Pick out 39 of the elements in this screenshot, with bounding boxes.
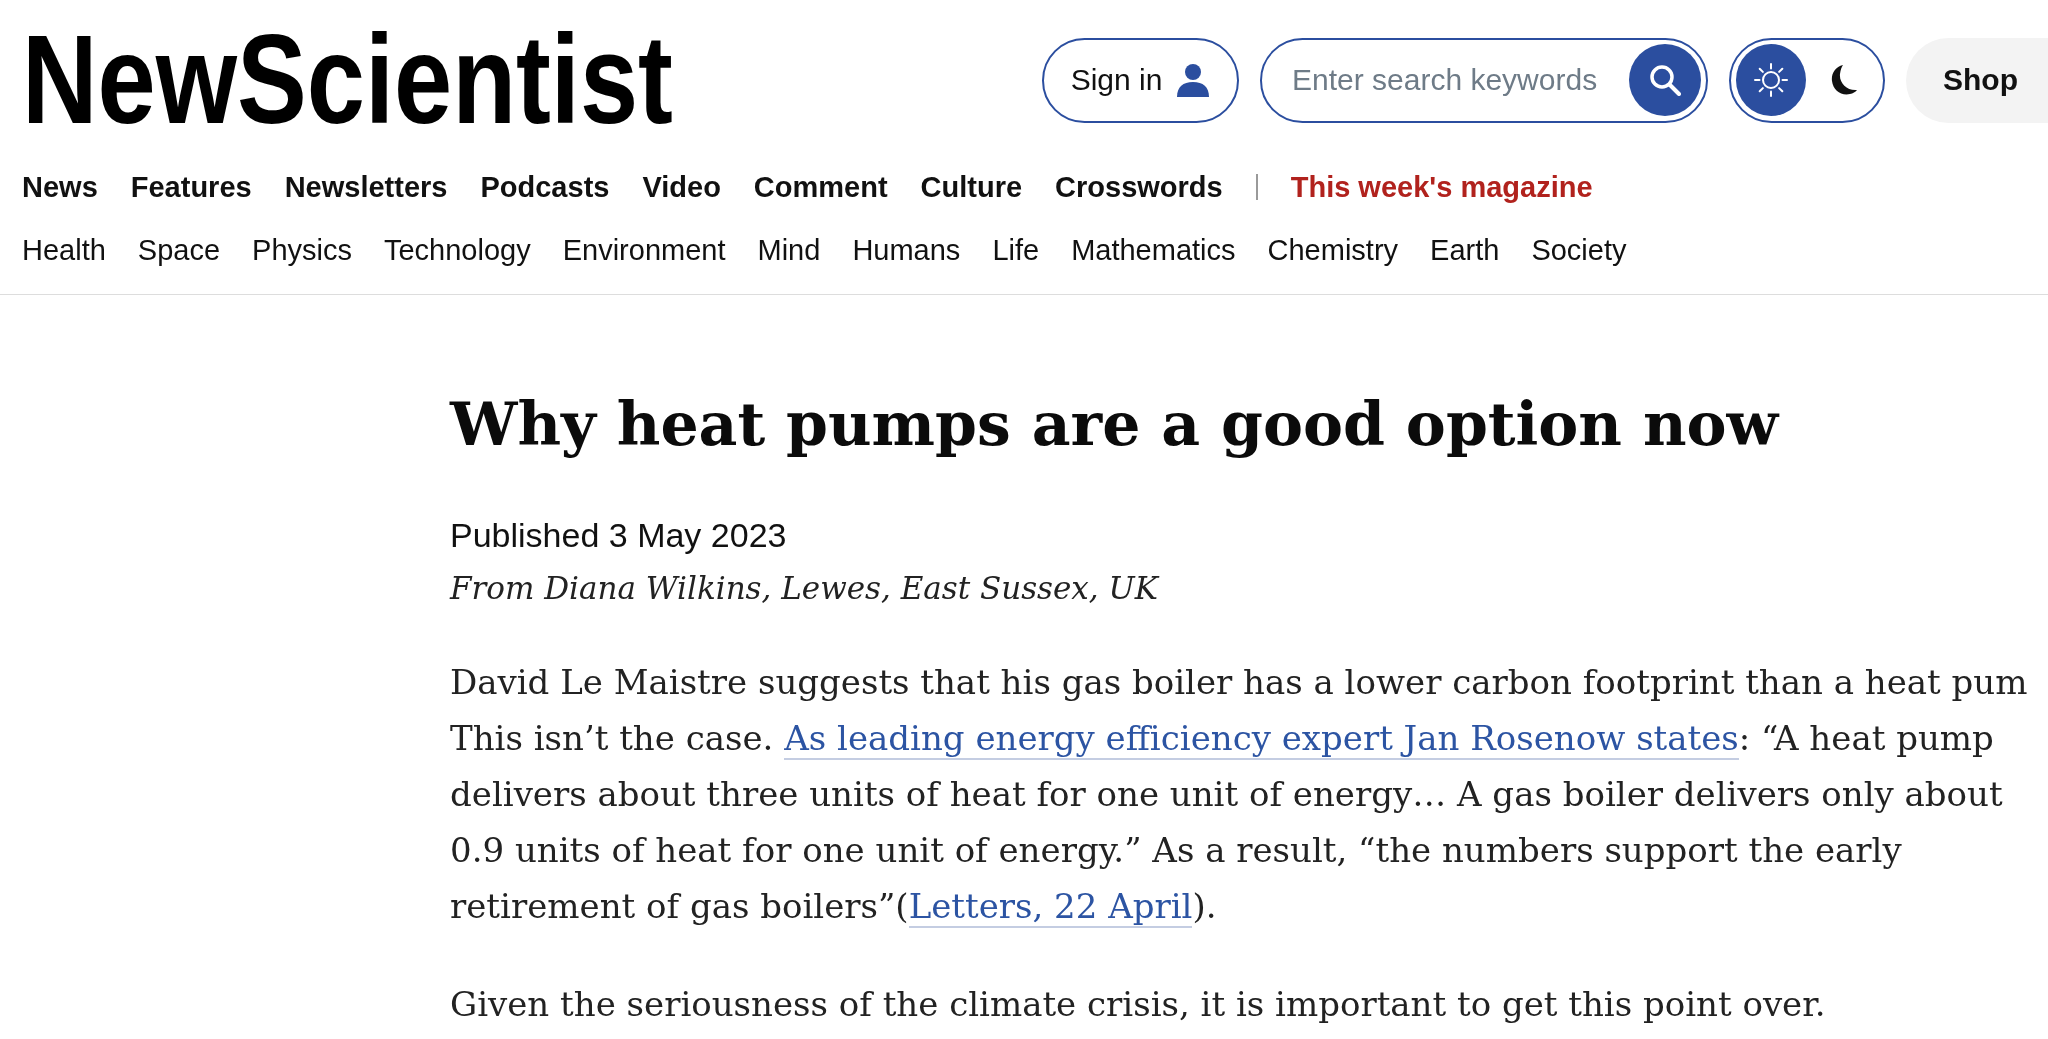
- shop-button[interactable]: Shop: [1906, 37, 2048, 123]
- topic-link[interactable]: Environment: [562, 230, 726, 270]
- text-link[interactable]: Letters, 22 April: [908, 886, 1193, 928]
- nav-link[interactable]: Newsletters: [284, 167, 448, 207]
- article-paragraph: David Le Maistre suggests that his gas boiler has a lower carbon footprint than a heat pum This isn’t the case. As leading energy efficiency expert Jan Rosenow states: “A heat pump delivers about three units of heat for one unit of energy… A gas boiler delivers only about 0.9 units of heat for one unit of energy.” As a result, “the numbers support the early retirement of gas boilers”(Letters, 22 April).: [450, 661, 2029, 930]
- search-field[interactable]: Enter search keywords: [1260, 37, 1708, 123]
- search-button[interactable]: [1629, 44, 1701, 116]
- byline: From Diana Wilkins, Lewes, East Sussex, UK: [450, 569, 1161, 608]
- article-paragraph: Given the seriousness of the climate crisis, it is important to get this point over.: [450, 983, 1827, 1026]
- sign-in-button[interactable]: Sign in: [1042, 37, 1239, 123]
- sun-icon: [1753, 62, 1789, 98]
- publish-date: Published 3 May 2023: [450, 515, 788, 555]
- search-icon: [1649, 64, 1681, 96]
- theme-option[interactable]: [1736, 44, 1806, 116]
- topic-link[interactable]: Society: [1531, 230, 1627, 270]
- nav-link[interactable]: Features: [130, 167, 252, 207]
- topic-link[interactable]: Earth: [1430, 230, 1500, 270]
- nav-link[interactable]: Video: [642, 167, 721, 207]
- topic-link[interactable]: Humans: [852, 230, 961, 270]
- topic-link[interactable]: Chemistry: [1267, 230, 1399, 270]
- nav-link[interactable]: Podcasts: [480, 167, 610, 207]
- topic-link[interactable]: Physics: [252, 230, 352, 270]
- person-icon: [1176, 63, 1211, 97]
- topic-link[interactable]: Life: [992, 230, 1040, 270]
- search-input[interactable]: Enter search keywords: [1292, 63, 1629, 97]
- article-title: Why heat pumps are a good option now: [450, 388, 1781, 461]
- topic-link[interactable]: Space: [137, 230, 221, 270]
- magazine-link[interactable]: This week's magazine: [1290, 167, 1593, 207]
- nav-link[interactable]: News: [22, 167, 98, 207]
- nav-link[interactable]: Crosswords: [1055, 167, 1223, 207]
- text-link[interactable]: As leading energy efficiency expert Jan Rosenow states: [784, 718, 1739, 760]
- moon-icon: [1829, 65, 1857, 95]
- topic-link[interactable]: Mind: [757, 230, 821, 270]
- topic-link[interactable]: Technology: [384, 230, 531, 270]
- nav-link[interactable]: Culture: [920, 167, 1023, 207]
- topic-link[interactable]: Mathematics: [1071, 230, 1236, 270]
- nav-link[interactable]: Comment: [753, 167, 888, 207]
- site-logo[interactable]: NewScientist: [22, 33, 673, 127]
- topic-link[interactable]: Health: [22, 230, 106, 270]
